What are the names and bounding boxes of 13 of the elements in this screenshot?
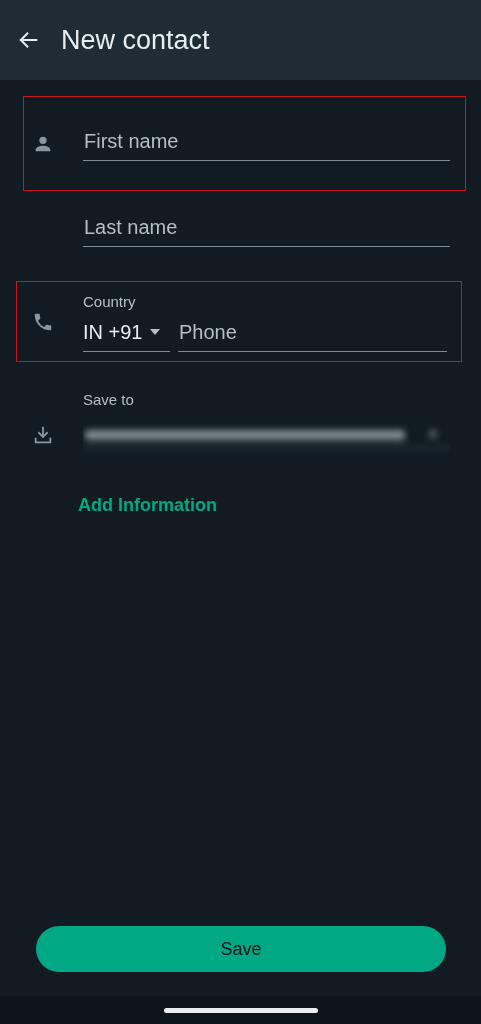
save-to-label: Save to bbox=[83, 390, 134, 410]
phone-input-field[interactable]: Phone bbox=[178, 317, 447, 353]
caret-icon bbox=[150, 329, 161, 336]
add-information-link[interactable]: Add Information bbox=[78, 491, 217, 519]
country-label: Country bbox=[83, 291, 136, 312]
save-button[interactable]: Save bbox=[36, 926, 446, 972]
screen-title: New contact bbox=[61, 23, 210, 57]
back-button[interactable] bbox=[18, 29, 40, 51]
name-input-field[interactable]: First name bbox=[83, 126, 450, 161]
name-input-field[interactable]: Last name bbox=[83, 212, 450, 247]
country-code-dropdown[interactable]: IN +91 bbox=[83, 317, 170, 353]
back-arrow-icon bbox=[18, 29, 40, 51]
home-handle[interactable] bbox=[163, 1007, 318, 1013]
